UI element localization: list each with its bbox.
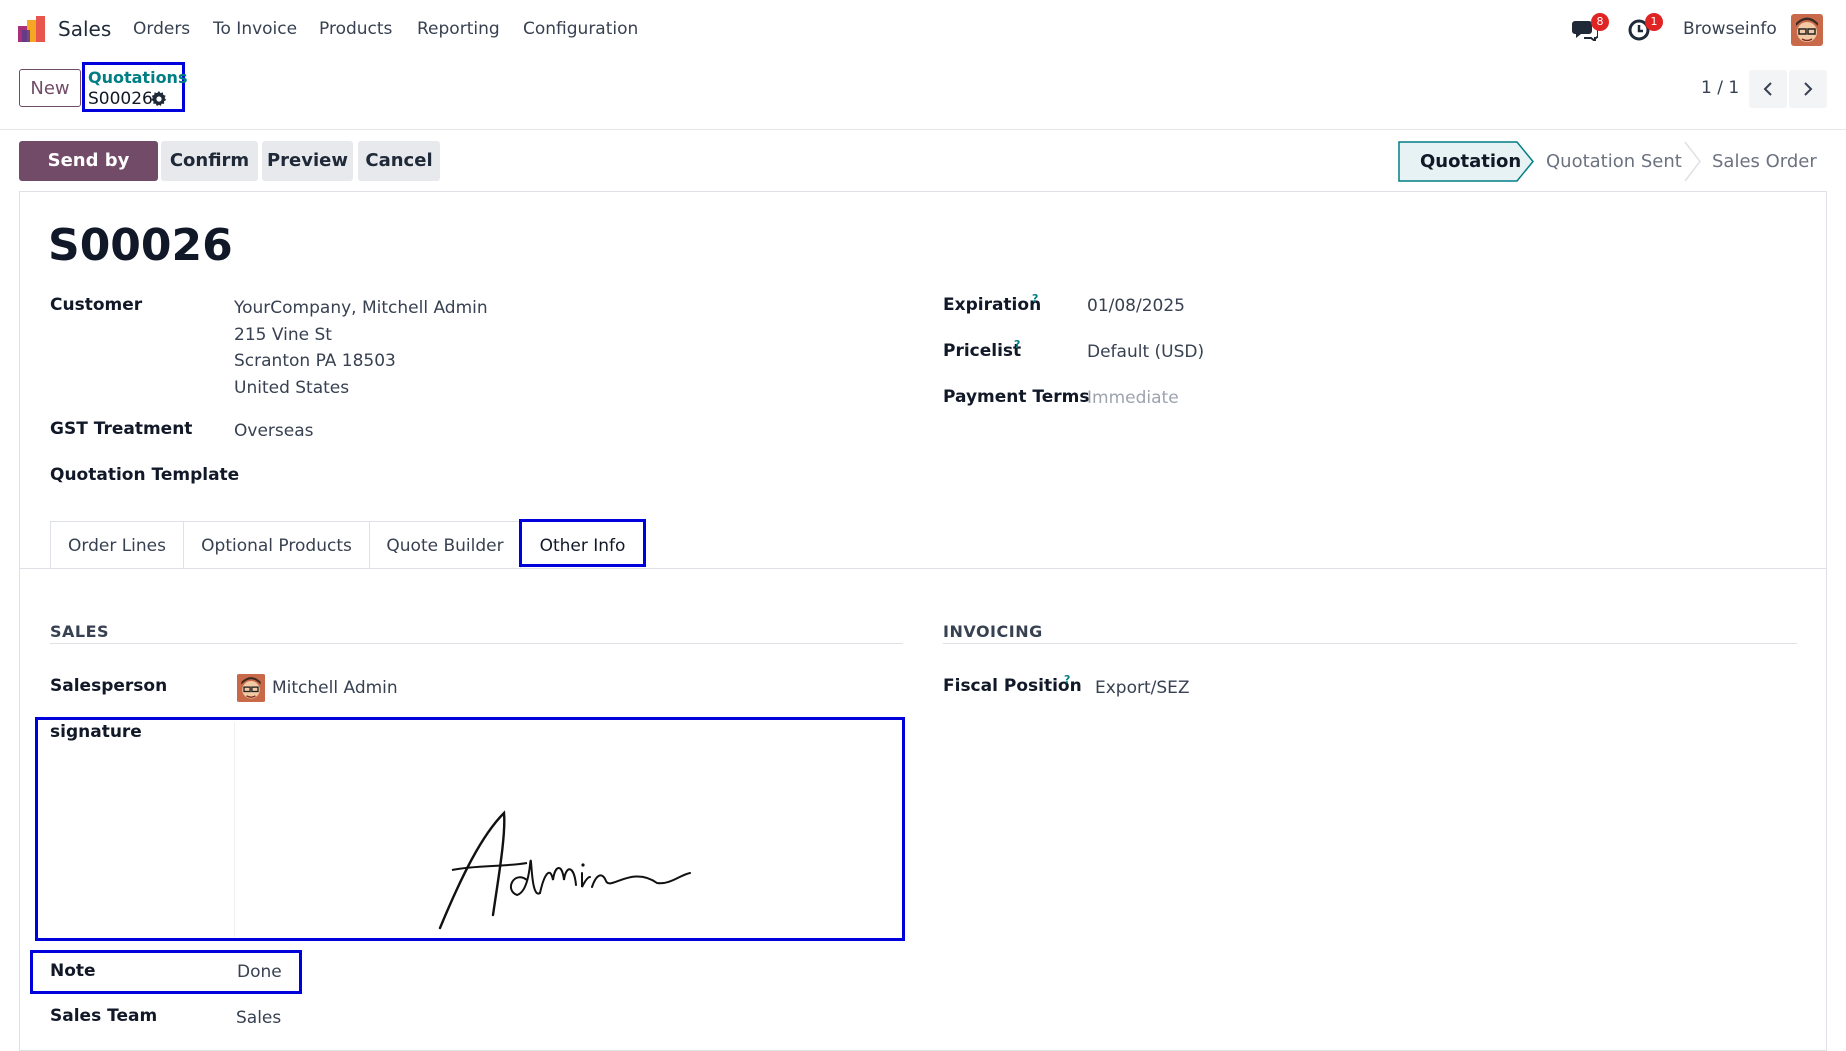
tab-quote-builder[interactable]: Quote Builder — [369, 521, 521, 569]
pager-previous[interactable] — [1749, 70, 1787, 108]
signature-divider — [234, 722, 235, 937]
pager-next[interactable] — [1789, 70, 1827, 108]
payment-terms-label: Payment Terms — [943, 387, 1090, 407]
note-field[interactable]: Done — [237, 962, 282, 982]
invoicing-group-rule — [943, 643, 1797, 644]
control-panel-divider — [0, 129, 1846, 130]
salesperson-label: Salesperson — [50, 676, 168, 696]
customer-field[interactable]: YourCompany, Mitchell Admin 215 Vine St … — [234, 295, 488, 401]
user-avatar[interactable] — [1791, 14, 1823, 46]
signature-image[interactable] — [432, 805, 692, 930]
signature-label: signature — [50, 722, 142, 742]
tab-other-info[interactable]: Other Info — [519, 519, 646, 567]
preview-button[interactable]: Preview — [262, 141, 353, 181]
pricelist-field[interactable]: Default (USD) — [1087, 342, 1204, 362]
menu-configuration[interactable]: Configuration — [523, 19, 638, 39]
chevron-right-icon — [1804, 82, 1813, 96]
menu-products[interactable]: Products — [319, 19, 392, 39]
sales-group-title: SALES — [50, 622, 110, 641]
pricelist-label: Pricelist — [943, 341, 1022, 361]
status-sales-order[interactable]: Sales Order — [1712, 141, 1817, 182]
sales-group-rule — [50, 643, 903, 644]
cancel-button[interactable]: Cancel — [358, 141, 440, 181]
menu-orders[interactable]: Orders — [133, 19, 190, 39]
tab-order-lines[interactable]: Order Lines — [50, 521, 184, 569]
fiscal-position-label: Fiscal Position — [943, 676, 1082, 696]
status-bar: Quotation Quotation Sent Sales Order — [1398, 141, 1827, 182]
sales-app-icon[interactable] — [18, 16, 46, 42]
company-switcher[interactable]: Browseinfo — [1683, 19, 1777, 39]
gear-icon[interactable] — [151, 91, 167, 107]
pricelist-help-icon[interactable]: ? — [1014, 338, 1020, 351]
status-quotation-sent[interactable]: Quotation Sent — [1546, 141, 1682, 182]
sales-team-field[interactable]: Sales — [236, 1008, 281, 1028]
activities-badge: 1 — [1645, 13, 1663, 31]
tab-optional-products[interactable]: Optional Products — [183, 521, 370, 569]
chevron-left-icon — [1763, 82, 1772, 96]
fiscal-position-help-icon[interactable]: ? — [1064, 673, 1070, 686]
gst-treatment-label: GST Treatment — [50, 419, 193, 439]
record-title: S00026 — [48, 220, 233, 271]
sales-team-label: Sales Team — [50, 1006, 158, 1026]
messages-badge: 8 — [1591, 13, 1609, 31]
salesperson-avatar — [237, 674, 265, 702]
breadcrumb-current: S00026 — [88, 89, 153, 109]
customer-name[interactable]: YourCompany, Mitchell Admin — [234, 295, 488, 322]
app-name[interactable]: Sales — [58, 17, 111, 41]
menu-reporting[interactable]: Reporting — [417, 19, 500, 39]
payment-terms-field[interactable]: Immediate — [1087, 388, 1179, 408]
quotation-template-label: Quotation Template — [50, 465, 240, 485]
confirm-button[interactable]: Confirm — [161, 141, 258, 181]
customer-city: Scranton PA 18503 — [234, 351, 396, 371]
send-by-email-button[interactable]: Send by Email — [19, 141, 158, 211]
salesperson-field[interactable]: Mitchell Admin — [272, 678, 398, 698]
fiscal-position-field[interactable]: Export/SEZ — [1095, 678, 1190, 698]
pager-value[interactable]: 1 / 1 — [1701, 78, 1739, 98]
customer-country: United States — [234, 377, 350, 398]
expiration-label: Expiration — [943, 295, 1042, 315]
invoicing-group-title: INVOICING — [943, 622, 1043, 641]
customer-street: 215 Vine St — [234, 324, 332, 345]
expiration-help-icon[interactable]: ? — [1032, 292, 1038, 305]
new-button[interactable]: New — [19, 69, 81, 107]
expiration-field[interactable]: 01/08/2025 — [1087, 296, 1185, 316]
note-label: Note — [50, 961, 96, 981]
top-navbar: Sales Orders To Invoice Products Reporti… — [0, 0, 1846, 58]
gst-treatment-field[interactable]: Overseas — [234, 421, 313, 441]
menu-to-invoice[interactable]: To Invoice — [213, 19, 297, 39]
breadcrumb-quotations[interactable]: Quotations — [88, 68, 187, 87]
status-quotation[interactable]: Quotation — [1420, 141, 1521, 182]
customer-label: Customer — [50, 295, 143, 315]
